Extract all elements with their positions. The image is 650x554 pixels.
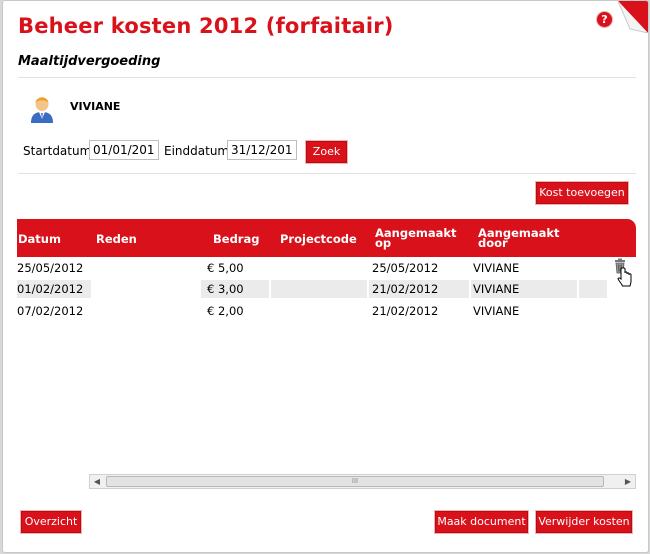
- column-header-reden[interactable]: Reden: [96, 233, 137, 245]
- overview-button[interactable]: Overzicht: [21, 511, 81, 533]
- cell-aangemaakt-door: VIVIANE: [473, 282, 520, 296]
- scroll-right-icon[interactable]: ▶: [621, 475, 635, 488]
- cell-datum: 01/02/2012: [17, 282, 84, 296]
- cell-bedrag: € 5,00: [207, 261, 244, 275]
- column-header-projectcode[interactable]: Projectcode: [280, 233, 357, 245]
- cell-datum: 07/02/2012: [17, 304, 84, 318]
- delete-costs-button[interactable]: Verwijder kosten: [536, 511, 632, 533]
- horizontal-scrollbar[interactable]: ◀ III ▶: [89, 474, 636, 489]
- start-date-input[interactable]: [89, 140, 159, 160]
- cell-aangemaakt-op: 21/02/2012: [372, 282, 439, 296]
- cell-bedrag: € 2,00: [207, 304, 244, 318]
- page-title: Beheer kosten 2012 (forfaitair): [18, 14, 394, 38]
- cell-aangemaakt-door: VIVIANE: [473, 304, 520, 318]
- scroll-thumb[interactable]: III: [106, 476, 604, 487]
- table-header: Datum Reden Bedrag Projectcode Aangemaak…: [17, 219, 636, 257]
- make-document-button[interactable]: Maak document: [435, 511, 528, 533]
- user-avatar-icon: [31, 97, 53, 123]
- help-icon[interactable]: ?: [597, 12, 612, 27]
- column-header-aangemaakt-op[interactable]: Aangemaakt op: [375, 227, 465, 249]
- cost-management-window: Beheer kosten 2012 (forfaitair) ? Maalti…: [2, 0, 649, 553]
- cell-aangemaakt-door: VIVIANE: [473, 261, 520, 275]
- search-button[interactable]: Zoek: [306, 141, 347, 163]
- section-subtitle: Maaltijdvergoeding: [18, 54, 161, 69]
- table-row[interactable]: 07/02/2012 € 2,00 21/02/2012 VIVIANE: [17, 302, 636, 320]
- add-cost-button[interactable]: Kost toevoegen: [536, 182, 628, 204]
- column-header-aangemaakt-door[interactable]: Aangemaakt door: [478, 227, 568, 249]
- table-row[interactable]: 25/05/2012 € 5,00 25/05/2012 VIVIANE: [17, 259, 636, 277]
- start-date-label: Startdatum: [23, 144, 92, 158]
- trash-icon[interactable]: [613, 258, 635, 290]
- cell-aangemaakt-op: 21/02/2012: [372, 304, 439, 318]
- page-corner-fold-icon: [618, 1, 648, 33]
- cell-bedrag: € 3,00: [207, 282, 244, 296]
- end-date-input[interactable]: [227, 140, 297, 160]
- user-name: VIVIANE: [70, 100, 121, 113]
- scroll-left-icon[interactable]: ◀: [90, 475, 104, 488]
- cell-datum: 25/05/2012: [17, 261, 84, 275]
- divider: [18, 173, 636, 174]
- end-date-label: Einddatum: [164, 144, 230, 158]
- cell-aangemaakt-op: 25/05/2012: [372, 261, 439, 275]
- column-header-bedrag[interactable]: Bedrag: [213, 233, 259, 245]
- divider: [18, 77, 636, 78]
- column-header-datum[interactable]: Datum: [18, 233, 61, 245]
- table-row[interactable]: 01/02/2012 € 3,00 21/02/2012 VIVIANE: [17, 280, 636, 298]
